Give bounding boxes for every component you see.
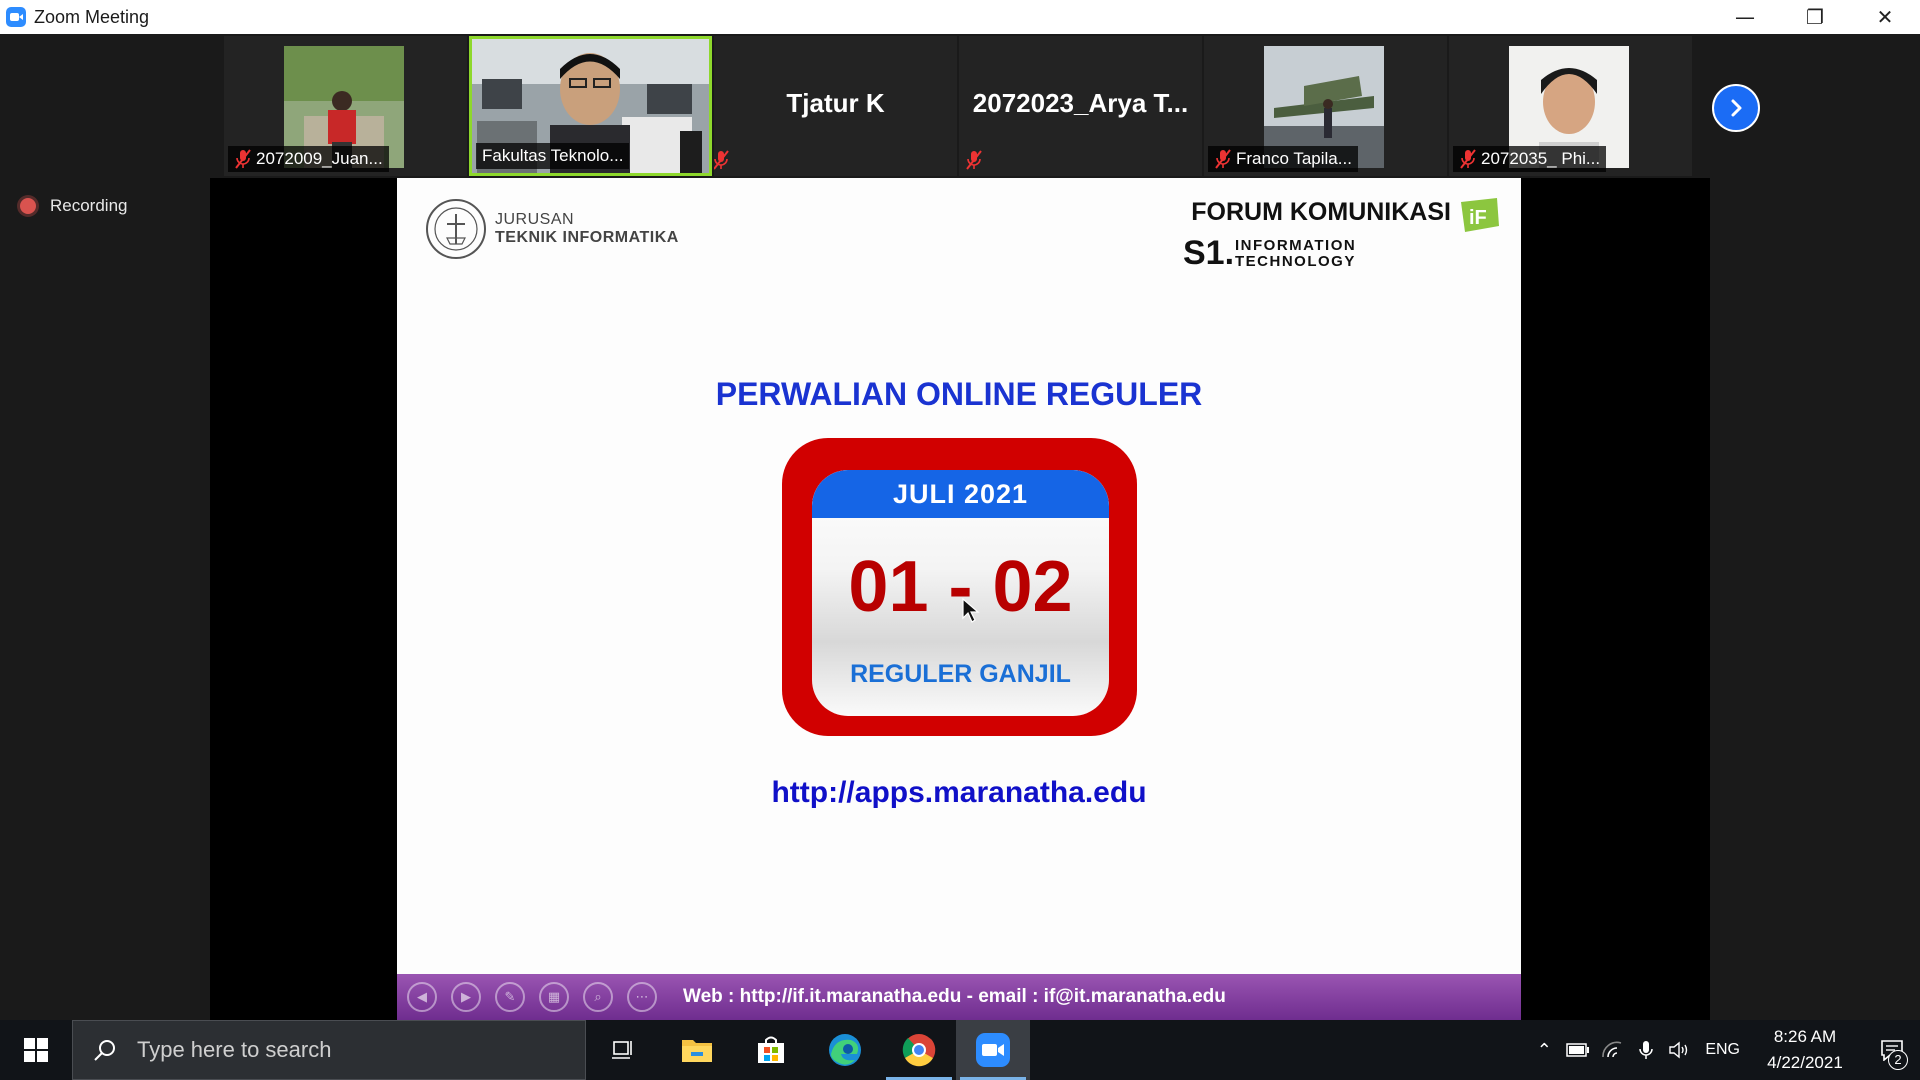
next-participants-button[interactable] (1712, 84, 1760, 132)
start-button[interactable] (0, 1020, 72, 1080)
slide-headline: PERWALIAN ONLINE REGULER (715, 376, 1203, 412)
wifi-icon[interactable] (1595, 1020, 1629, 1080)
department-line1: JURUSAN (495, 211, 575, 228)
chevron-right-icon (1731, 99, 1742, 117)
microsoft-store-button[interactable] (734, 1020, 808, 1080)
forum-title: FORUM KOMUNIKASI (1191, 198, 1451, 226)
participant-tile-active-speaker[interactable]: Fakultas Teknolo... (469, 36, 712, 176)
s1-information-technology-logo: S1. INFORMATION TECHNOLOGY (1183, 234, 1356, 272)
store-bag-icon (758, 1036, 784, 1063)
forum-logo: FORUM KOMUNIKASI S1. INFORMATION TECHNOL… (1181, 196, 1511, 276)
participant-name-label: 2072009_Juan... (228, 146, 389, 172)
department-name: JURUSAN TEKNIK INFORMATIKA (495, 211, 679, 247)
svg-text:iF: iF (1469, 207, 1487, 229)
participant-tile[interactable]: 2072009_Juan... (224, 36, 467, 176)
previous-slide-icon[interactable]: ◀ (407, 982, 437, 1012)
calendar-month: JULI 2021 (812, 470, 1109, 518)
folder-icon (682, 1040, 712, 1062)
presentation-slide: JURUSAN TEKNIK INFORMATIKA FORUM KOMUNIK… (397, 178, 1521, 1020)
participant-name-label: Franco Tapila... (1208, 146, 1358, 172)
chrome-browser-button[interactable] (882, 1020, 956, 1080)
notification-count-badge: 2 (1888, 1050, 1908, 1070)
system-tray: ⌃ ENG 8:26 AM 4/22/2021 2 (1527, 1020, 1920, 1080)
mic-muted-icon (235, 149, 251, 169)
calendar-graphic: JULI 2021 01 - 02 REGULER GANJIL (782, 438, 1137, 736)
file-explorer-button[interactable] (660, 1020, 734, 1080)
participant-name: Tjatur K (786, 88, 885, 118)
edge-browser-button[interactable] (808, 1020, 882, 1080)
microphone-icon[interactable] (1629, 1020, 1663, 1080)
taskbar-search-box[interactable]: Type here to search (72, 1020, 586, 1080)
slide-url: http://apps.maranatha.edu (771, 776, 1147, 809)
search-icon (94, 1040, 115, 1061)
recording-indicator[interactable]: Recording (20, 196, 128, 216)
slide-footer: ◀ ▶ ✎ ▦ ⌕ ⋯ Web : http://if.it.maranatha… (397, 974, 1521, 1020)
mic-muted-icon (714, 150, 729, 170)
if-badge-icon: iF (1461, 198, 1499, 232)
pen-icon[interactable]: ✎ (495, 982, 525, 1012)
clock[interactable]: 8:26 AM 4/22/2021 (1760, 1024, 1850, 1076)
zoom-taskbar-button[interactable] (956, 1020, 1030, 1080)
windows-logo-icon (24, 1038, 48, 1062)
slides-grid-icon[interactable]: ▦ (539, 982, 569, 1012)
minimize-button[interactable]: — (1710, 0, 1780, 34)
title-bar: Zoom Meeting — ❐ ✕ (0, 0, 1920, 34)
chevron-up-icon[interactable]: ⌃ (1527, 1020, 1561, 1080)
task-view-button[interactable] (586, 1020, 660, 1080)
mic-muted-icon (1215, 149, 1231, 169)
mic-muted-icon (1460, 149, 1476, 169)
clock-date: 4/22/2021 (1767, 1053, 1843, 1072)
edge-icon (829, 1034, 861, 1066)
chrome-icon (902, 1034, 936, 1067)
footer-contact: Web : http://if.it.maranatha.edu - email… (683, 986, 1226, 1007)
svg-text:TECHNOLOGY: TECHNOLOGY (1235, 253, 1356, 270)
participant-name: 2072035_ Phi... (1481, 149, 1601, 168)
recording-label: Recording (50, 196, 128, 215)
participant-tile[interactable]: Tjatur K (714, 36, 957, 176)
calendar-dates: 01 - 02 (848, 547, 1073, 627)
participant-tile[interactable]: Franco Tapila... (1204, 36, 1447, 176)
participant-strip: 2072009_Juan... Fakultas Teknolo... Tjat… (224, 36, 1694, 176)
clock-time: 8:26 AM (1773, 1027, 1837, 1046)
mouse-cursor-icon (962, 598, 980, 623)
next-slide-icon[interactable]: ▶ (451, 982, 481, 1012)
participant-tile[interactable]: 2072023_Arya T... (959, 36, 1202, 176)
participant-name-label: Fakultas Teknolo... (476, 143, 630, 169)
input-language[interactable]: ENG (1705, 1041, 1740, 1059)
participant-tile[interactable]: 2072035_ Phi... (1449, 36, 1692, 176)
participant-name: Franco Tapila... (1236, 149, 1352, 168)
svg-text:S1.: S1. (1183, 234, 1234, 272)
participant-name: 2072009_Juan... (256, 149, 383, 168)
svg-text:INFORMATION: INFORMATION (1235, 237, 1356, 254)
close-button[interactable]: ✕ (1850, 0, 1920, 34)
zoom-app-icon (6, 7, 26, 27)
zoom-icon (976, 1033, 1010, 1067)
calendar-label: REGULER GANJIL (850, 660, 1071, 688)
restore-button[interactable]: ❐ (1780, 0, 1850, 34)
recording-dot-icon (20, 198, 36, 214)
battery-icon[interactable] (1561, 1020, 1595, 1080)
participant-name: Fakultas Teknolo... (482, 146, 624, 165)
calendar-page: JULI 2021 01 - 02 REGULER GANJIL (812, 470, 1109, 716)
action-center-button[interactable]: 2 (1864, 1020, 1920, 1080)
university-seal-icon (426, 199, 486, 259)
window-controls: — ❐ ✕ (1710, 0, 1920, 34)
mic-muted-icon (966, 150, 982, 170)
task-view-icon (612, 1041, 632, 1059)
participant-name-label: 2072035_ Phi... (1453, 146, 1607, 172)
university-logo: JURUSAN TEKNIK INFORMATIKA (425, 198, 679, 260)
department-line2: TEKNIK INFORMATIKA (495, 229, 679, 246)
participant-name: 2072023_Arya T... (972, 88, 1189, 118)
window-title: Zoom Meeting (34, 6, 150, 27)
volume-icon[interactable] (1663, 1020, 1697, 1080)
zoom-icon[interactable]: ⌕ (583, 982, 613, 1012)
search-placeholder: Type here to search (137, 1037, 332, 1062)
more-options-icon[interactable]: ⋯ (627, 982, 657, 1012)
windows-taskbar: Type here to search ⌃ ENG 8:26 AM 4/22/2… (0, 1020, 1920, 1080)
